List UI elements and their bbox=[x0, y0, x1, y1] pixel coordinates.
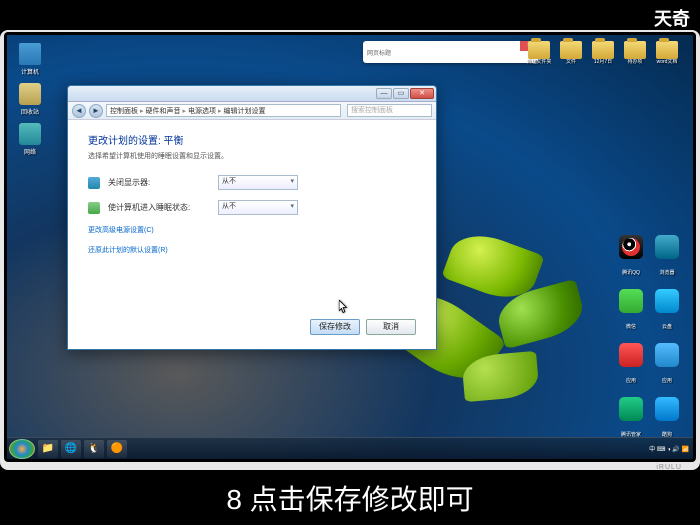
taskbar: 📁 🌐 🐧 🟠 中 ⌨ ◑ 🔊 📶 bbox=[7, 437, 693, 459]
desktop-apps-right: 腾讯QQ 浏览器 微信 云盘 应用 应用 腾讯管家 酷狗 bbox=[617, 235, 681, 441]
app-wechat[interactable]: 微信 bbox=[617, 289, 645, 333]
sleep-timeout-select[interactable]: 从不 bbox=[218, 200, 298, 215]
folder-icon[interactable]: 12月7日 bbox=[589, 41, 617, 65]
folder-icon[interactable]: word文档 bbox=[653, 41, 681, 65]
desktop-icon-recycle[interactable]: 回收站 bbox=[15, 83, 45, 116]
search-input[interactable]: 搜索控制面板 bbox=[347, 104, 432, 117]
watermark: 天奇 bbox=[654, 5, 690, 31]
app-generic[interactable]: 应用 bbox=[653, 343, 681, 387]
setting-label: 关闭显示器: bbox=[108, 177, 218, 188]
app-cloud[interactable]: 云盘 bbox=[653, 289, 681, 333]
close-button[interactable]: ✕ bbox=[410, 88, 434, 99]
app-qq[interactable]: 腾讯QQ bbox=[617, 235, 645, 279]
taskbar-pin[interactable]: 🐧 bbox=[84, 440, 104, 458]
setting-label: 使计算机进入睡眠状态: bbox=[108, 202, 218, 213]
forward-button[interactable]: ► bbox=[89, 104, 103, 118]
video-subtitle: 8 点击保存修改即可 bbox=[226, 478, 473, 518]
monitor-frame: 计算机 回收站 网络 网页标题 × 新建文件夹 文件 12月7日 待办项 wor… bbox=[0, 30, 700, 470]
app-tencentmgr[interactable]: 腾讯管家 bbox=[617, 397, 645, 441]
start-button[interactable] bbox=[9, 439, 35, 459]
cancel-button[interactable]: 取消 bbox=[366, 319, 416, 335]
titlebar[interactable]: — ▭ ✕ bbox=[68, 86, 436, 102]
display-icon bbox=[88, 177, 100, 189]
browser-mini[interactable]: 网页标题 × bbox=[363, 41, 538, 63]
desktop[interactable]: 计算机 回收站 网络 网页标题 × 新建文件夹 文件 12月7日 待办项 wor… bbox=[7, 35, 693, 459]
minimize-button[interactable]: — bbox=[376, 88, 392, 99]
desktop-icon-computer[interactable]: 计算机 bbox=[15, 43, 45, 76]
app-browser[interactable]: 浏览器 bbox=[653, 235, 681, 279]
app-kugou[interactable]: 酷狗 bbox=[653, 397, 681, 441]
desktop-icon-network[interactable]: 网络 bbox=[15, 123, 45, 156]
taskbar-pin[interactable]: 📁 bbox=[38, 440, 58, 458]
breadcrumb[interactable]: 控制面板▸ 硬件和声音▸ 电源选项▸ 编辑计划设置 bbox=[106, 104, 341, 117]
page-subtitle: 选择希望计算机使用的睡眠设置和显示设置。 bbox=[88, 151, 416, 161]
control-panel-window: — ▭ ✕ ◄ ► 控制面板▸ 硬件和声音▸ 电源选项▸ 编辑计划设置 搜索控制… bbox=[67, 85, 437, 350]
nav-bar: ◄ ► 控制面板▸ 硬件和声音▸ 电源选项▸ 编辑计划设置 搜索控制面板 bbox=[68, 102, 436, 120]
folder-icon[interactable]: 待办项 bbox=[621, 41, 649, 65]
back-button[interactable]: ◄ bbox=[72, 104, 86, 118]
folder-icon[interactable]: 新建文件夹 bbox=[525, 41, 553, 65]
taskbar-pin[interactable]: 🌐 bbox=[61, 440, 81, 458]
system-tray[interactable]: 中 ⌨ ◑ 🔊 📶 bbox=[649, 444, 689, 453]
app-generic[interactable]: 应用 bbox=[617, 343, 645, 387]
page-title: 更改计划的设置: 平衡 bbox=[88, 132, 416, 147]
display-timeout-select[interactable]: 从不 bbox=[218, 175, 298, 190]
desktop-folders-row: 新建文件夹 文件 12月7日 待办项 word文档 bbox=[525, 41, 681, 65]
sleep-icon bbox=[88, 202, 100, 214]
advanced-settings-link[interactable]: 更改高级电源设置(C) bbox=[88, 225, 416, 235]
save-button[interactable]: 保存修改 bbox=[310, 319, 360, 335]
taskbar-pin[interactable]: 🟠 bbox=[107, 440, 127, 458]
folder-icon[interactable]: 文件 bbox=[557, 41, 585, 65]
maximize-button[interactable]: ▭ bbox=[393, 88, 409, 99]
restore-defaults-link[interactable]: 还原此计划的默认设置(R) bbox=[88, 245, 416, 255]
